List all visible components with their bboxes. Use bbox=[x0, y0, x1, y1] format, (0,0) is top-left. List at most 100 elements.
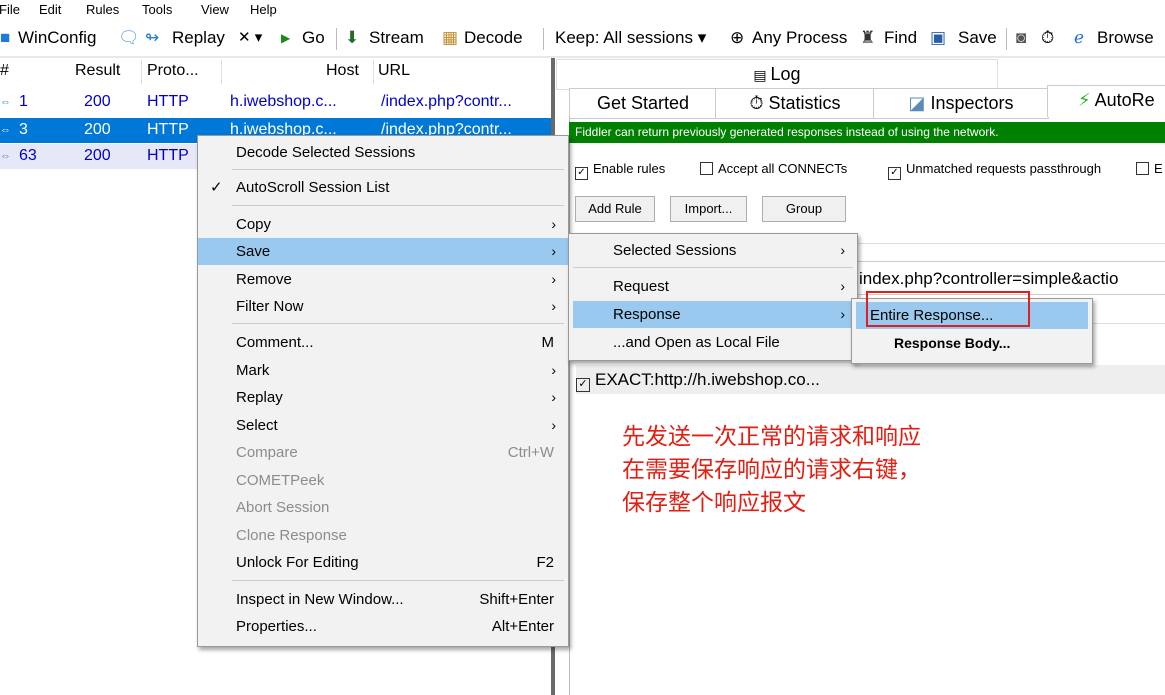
menu-item-cometpeek: COMETPeek bbox=[198, 467, 568, 494]
menu-item-compare: Compare Ctrl+W bbox=[198, 439, 568, 466]
menu-item-response-body[interactable]: Response Body... bbox=[852, 330, 1092, 357]
menu-separator bbox=[232, 580, 564, 581]
menu-item-autoscroll[interactable]: ✓ AutoScroll Session List bbox=[198, 174, 568, 201]
screenshot-icon[interactable]: ◙ bbox=[1016, 28, 1026, 48]
menu-item-label: Properties... bbox=[236, 618, 317, 635]
tab-inspectors-label: Inspectors bbox=[930, 93, 1014, 113]
unmatched-passthrough-checkbox[interactable]: ✓ Unmatched requests passthrough bbox=[888, 161, 1101, 180]
accept-connects-label: Accept all CONNECTs bbox=[718, 161, 848, 176]
session-row[interactable]: ⇔ 1 200 HTTP h.iwebshop.c... /index.php?… bbox=[0, 90, 551, 115]
column-separator bbox=[221, 60, 222, 84]
any-process-button[interactable]: Any Process bbox=[752, 28, 847, 48]
go-button[interactable]: Go bbox=[302, 28, 325, 48]
checkbox-empty-icon bbox=[1136, 162, 1149, 175]
save-button[interactable]: Save bbox=[958, 28, 997, 48]
checkbox-empty-icon bbox=[700, 162, 713, 175]
menu-item-unlock-editing[interactable]: Unlock For Editing F2 bbox=[198, 549, 568, 576]
chevron-right-icon: › bbox=[551, 243, 556, 259]
menu-help[interactable]: Help bbox=[250, 2, 277, 17]
timer-icon[interactable]: ⏱ bbox=[1041, 28, 1054, 48]
annotation-line: 在需要保存响应的请求右键， bbox=[622, 457, 921, 483]
import-button[interactable]: Import... bbox=[670, 196, 747, 222]
chevron-right-icon: › bbox=[551, 389, 556, 405]
menu-item-select[interactable]: Select › bbox=[198, 412, 568, 439]
menu-item-replay[interactable]: Replay › bbox=[198, 384, 568, 411]
menu-item-response[interactable]: Response › bbox=[573, 301, 853, 328]
rule-list-item[interactable]: ✓ EXACT:http://h.iwebshop.co... bbox=[576, 365, 1165, 394]
menu-item-clone-response: Clone Response bbox=[198, 522, 568, 549]
comment-icon[interactable]: 🗨 bbox=[118, 28, 140, 48]
menu-item-label: Comment... bbox=[236, 334, 314, 351]
session-url: /index.php?contr... bbox=[381, 93, 512, 110]
menu-item-label: ...and Open as Local File bbox=[613, 334, 780, 351]
accept-connects-checkbox[interactable]: Accept all CONNECTs bbox=[700, 161, 847, 176]
stream-button[interactable]: Stream bbox=[369, 28, 424, 48]
menu-item-label: Filter Now bbox=[236, 298, 304, 315]
column-separator bbox=[373, 60, 374, 84]
menu-rules[interactable]: Rules bbox=[86, 2, 119, 17]
find-button[interactable]: Find bbox=[884, 28, 917, 48]
menu-item-label: Replay bbox=[236, 389, 283, 406]
winconfig-button[interactable]: WinConfig bbox=[18, 28, 96, 48]
menu-file[interactable]: File bbox=[0, 2, 20, 17]
menu-item-filter-now[interactable]: Filter Now › bbox=[198, 293, 568, 320]
menu-item-shortcut: F2 bbox=[536, 554, 554, 571]
menu-item-label: Response Body... bbox=[894, 335, 1011, 351]
column-header-protocol[interactable]: Proto... bbox=[147, 62, 199, 80]
annotation-line: 保存整个响应报文 bbox=[622, 490, 806, 516]
menu-item-save[interactable]: Save › bbox=[198, 238, 568, 265]
menu-item-label: Inspect in New Window... bbox=[236, 591, 404, 608]
inspector-pane: ▤ Log Get Started ⏱ Statistics ◪ Inspect… bbox=[556, 58, 1165, 695]
menu-item-label: Request bbox=[613, 278, 669, 295]
enable-rules-checkbox[interactable]: ✓ Enable rules bbox=[575, 161, 665, 180]
decode-button[interactable]: Decode bbox=[464, 28, 523, 48]
extra-checkbox[interactable]: E bbox=[1136, 161, 1163, 176]
remove-dropdown-button[interactable]: ✕ ▾ bbox=[238, 28, 262, 46]
menu-item-comment[interactable]: Comment... M bbox=[198, 329, 568, 356]
menu-item-inspect-window[interactable]: Inspect in New Window... Shift+Enter bbox=[198, 586, 568, 613]
menu-bar: File Edit Rules Tools View Help bbox=[0, 0, 1165, 20]
toolbar-separator bbox=[1006, 28, 1007, 50]
menu-item-remove[interactable]: Remove › bbox=[198, 266, 568, 293]
column-header-result[interactable]: Result bbox=[75, 62, 120, 80]
menu-item-label: Copy bbox=[236, 216, 272, 233]
menu-item-decode[interactable]: Decode Selected Sessions bbox=[198, 139, 568, 166]
menu-item-request[interactable]: Request › bbox=[569, 273, 857, 300]
column-header-host[interactable]: Host bbox=[326, 62, 359, 80]
menu-item-mark[interactable]: Mark › bbox=[198, 357, 568, 384]
replay-button[interactable]: Replay bbox=[172, 28, 225, 48]
menu-item-open-local-file[interactable]: ...and Open as Local File bbox=[569, 329, 857, 356]
add-rule-button[interactable]: Add Rule bbox=[575, 196, 655, 222]
menu-tools[interactable]: Tools bbox=[142, 2, 172, 17]
session-result: 200 bbox=[84, 93, 111, 110]
replay-icon: ↬ bbox=[145, 28, 160, 47]
group-button[interactable]: Group bbox=[762, 196, 846, 222]
toolbar-separator bbox=[336, 28, 337, 50]
menu-view[interactable]: View bbox=[201, 2, 229, 17]
tab-get-started-label: Get Started bbox=[596, 93, 690, 113]
menu-item-selected-sessions[interactable]: Selected Sessions › bbox=[569, 237, 857, 264]
session-protocol: HTTP bbox=[147, 93, 189, 110]
tab-inspectors[interactable]: ◪ Inspectors bbox=[873, 88, 1049, 119]
tab-statistics[interactable]: ⏱ Statistics bbox=[715, 88, 875, 119]
menu-edit[interactable]: Edit bbox=[39, 2, 61, 17]
decode-icon: ▦ bbox=[442, 28, 459, 47]
checkmark-icon: ✓ bbox=[210, 179, 223, 196]
crosshair-icon: ⊕ bbox=[730, 28, 745, 47]
menu-item-label: COMETPeek bbox=[236, 472, 325, 489]
browse-button[interactable]: Browse bbox=[1097, 28, 1154, 48]
tab-autoresponder[interactable]: ⚡ AutoRe bbox=[1047, 85, 1165, 117]
tab-get-started[interactable]: Get Started bbox=[569, 88, 717, 119]
session-num: 3 bbox=[19, 121, 28, 138]
menu-item-copy[interactable]: Copy › bbox=[198, 211, 568, 238]
tab-content-border bbox=[569, 116, 570, 695]
chevron-right-icon: › bbox=[551, 417, 556, 433]
menu-item-properties[interactable]: Properties... Alt+Enter bbox=[198, 613, 568, 640]
binoculars-icon: ♜ bbox=[860, 28, 876, 47]
keep-sessions-dropdown[interactable]: Keep: All sessions ▾ bbox=[555, 28, 706, 48]
rule-match-input[interactable]: index.php?controller=simple&actio bbox=[856, 261, 1165, 295]
tab-log[interactable]: ▤ Log bbox=[556, 59, 998, 90]
column-header-num[interactable]: # bbox=[0, 62, 9, 80]
tab-statistics-label: Statistics bbox=[768, 93, 841, 113]
column-header-url[interactable]: URL bbox=[378, 62, 410, 80]
